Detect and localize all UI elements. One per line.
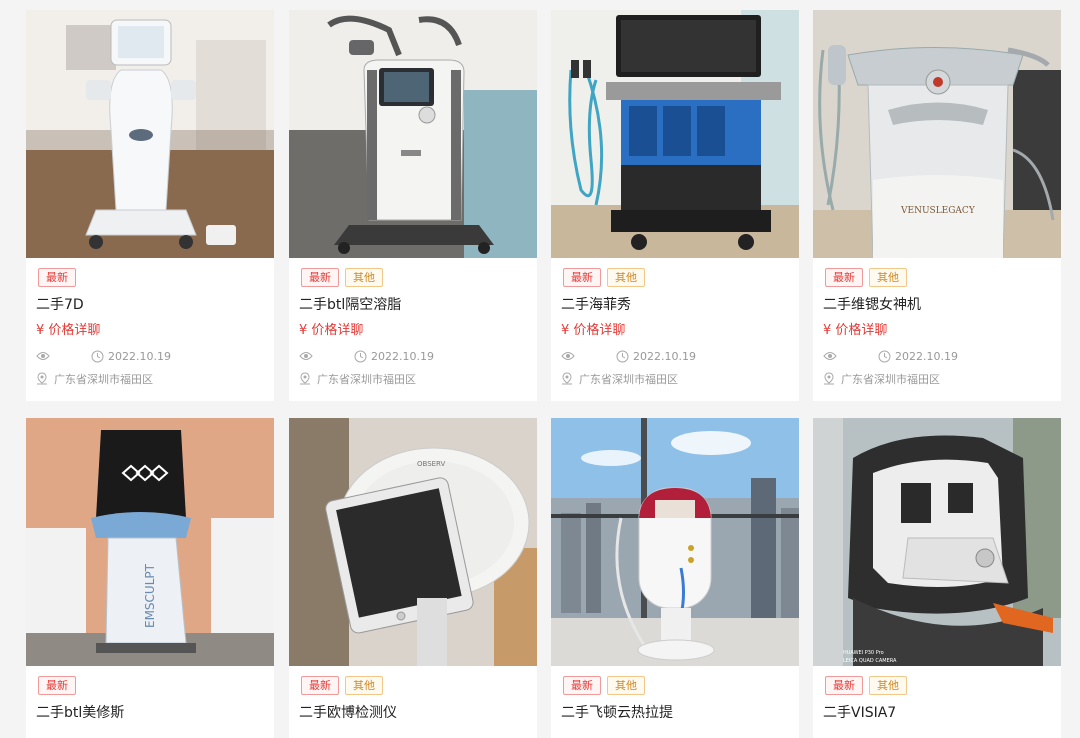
tag-other: 其他 — [345, 676, 383, 695]
location-pin-icon — [824, 372, 834, 385]
tag-new: 最新 — [301, 676, 339, 695]
product-price: ¥ 价格详聊 — [36, 323, 101, 338]
clock-icon — [616, 350, 629, 363]
product-title[interactable]: 二手海菲秀 — [561, 294, 631, 314]
product-price: ¥ 价格详聊 — [299, 323, 364, 338]
product-image[interactable] — [26, 10, 274, 258]
tag-other: 其他 — [869, 676, 907, 695]
tag-new: 最新 — [563, 676, 601, 695]
location-pin-icon — [562, 372, 572, 385]
tag-new: 最新 — [38, 268, 76, 287]
tag-other: 其他 — [345, 268, 383, 287]
product-image[interactable]: VENUSLEGACY — [813, 10, 1061, 258]
product-price: ¥ 价格详聊 — [823, 323, 888, 338]
product-image[interactable]: EMSCULPT — [26, 418, 274, 666]
tag-new: 最新 — [301, 268, 339, 287]
camera-watermark-line1: HUAWEI P30 Pro — [843, 650, 884, 656]
emsculpt-logo: EMSCULPT — [143, 563, 157, 628]
product-title[interactable]: 二手btl美修斯 — [36, 702, 124, 722]
product-title[interactable]: 二手VISIA7 — [823, 702, 896, 722]
eye-icon — [561, 352, 575, 360]
product-image[interactable] — [551, 418, 799, 666]
product-title[interactable]: 二手7D — [36, 294, 84, 314]
tag-new: 最新 — [825, 268, 863, 287]
product-image[interactable] — [551, 10, 799, 258]
camera-watermark-line2: LEICA QUAD CAMERA — [843, 658, 897, 664]
tag-other: 其他 — [607, 676, 645, 695]
tag-new: 最新 — [38, 676, 76, 695]
product-title[interactable]: 二手飞顿云热拉提 — [561, 702, 673, 722]
product-title[interactable]: 二手欧博检测仪 — [299, 702, 397, 722]
product-card[interactable]: VENUSLEGACY 最新 其他 二手维锶女神机 ¥ 价格详聊 2022.10… — [813, 10, 1061, 401]
eye-icon — [823, 352, 837, 360]
tag-new: 最新 — [563, 268, 601, 287]
product-title[interactable]: 二手btl隔空溶脂 — [299, 294, 401, 314]
venus-legacy-logo: VENUSLEGACY — [900, 206, 976, 216]
product-card[interactable]: 最新 其他 二手飞顿云热拉提 — [551, 418, 799, 738]
product-card[interactable]: EMSCULPT 最新 二手btl美修斯 — [26, 418, 274, 738]
clock-icon — [91, 350, 104, 363]
location-text: 广东省深圳市福田区 — [54, 373, 153, 386]
clock-icon — [354, 350, 367, 363]
observ-logo: OBSERV — [417, 460, 446, 468]
location-pin-icon — [300, 372, 310, 385]
product-card[interactable]: 最新 二手7D ¥ 价格详聊 2022.10.19 广东省深圳市福田区 — [26, 10, 274, 401]
tag-other: 其他 — [869, 268, 907, 287]
tag-new: 最新 — [825, 676, 863, 695]
clock-icon — [878, 350, 891, 363]
eye-icon — [36, 352, 50, 360]
post-date: 2022.10.19 — [633, 350, 696, 363]
location-pin-icon — [37, 372, 47, 385]
tag-other: 其他 — [607, 268, 645, 287]
product-price: ¥ 价格详聊 — [561, 323, 626, 338]
product-image[interactable] — [289, 10, 537, 258]
location-text: 广东省深圳市福田区 — [317, 373, 416, 386]
product-title[interactable]: 二手维锶女神机 — [823, 294, 921, 314]
product-card[interactable]: HUAWEI P30 Pro LEICA QUAD CAMERA 最新 其他 二… — [813, 418, 1061, 738]
eye-icon — [299, 352, 313, 360]
product-image[interactable]: HUAWEI P30 Pro LEICA QUAD CAMERA — [813, 418, 1061, 666]
product-image[interactable]: OBSERV — [289, 418, 537, 666]
product-card[interactable]: OBSERV 最新 其他 二手欧博检测仪 — [289, 418, 537, 738]
product-card[interactable]: 最新 其他 二手btl隔空溶脂 ¥ 价格详聊 2022.10.19 广东省深圳市… — [289, 10, 537, 401]
product-card[interactable]: 最新 其他 二手海菲秀 ¥ 价格详聊 2022.10.19 广东省深圳市福田区 — [551, 10, 799, 401]
post-date: 2022.10.19 — [371, 350, 434, 363]
post-date: 2022.10.19 — [895, 350, 958, 363]
location-text: 广东省深圳市福田区 — [841, 373, 940, 386]
post-date: 2022.10.19 — [108, 350, 171, 363]
location-text: 广东省深圳市福田区 — [579, 373, 678, 386]
